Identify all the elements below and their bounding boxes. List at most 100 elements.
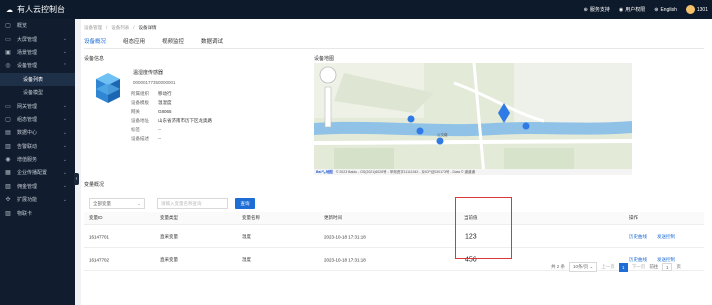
col-id: 变量ID (89, 215, 103, 220)
page-size-select[interactable]: 10条/页 ⌄ (569, 262, 598, 272)
globe-icon: ⊛ (654, 6, 659, 13)
sidebar-item-config[interactable]: ▢ 组态管理 ⌄ (0, 113, 75, 126)
breadcrumb-device-mgmt[interactable]: 设备管理 (84, 25, 102, 31)
device-map-title: 设备地图 (314, 56, 335, 62)
pin-icon: ◉ (618, 6, 624, 13)
config-icon: ▢ (5, 116, 11, 123)
field-org: 所属组织 移动行 (131, 91, 172, 96)
map-footer: Bai🐾地图 © 2023 Baidu - GS(2021)6026号 - 甲测… (314, 169, 632, 175)
sidebar-item-data-center[interactable]: ▤ 数据中心 ⌄ (0, 126, 75, 139)
device-map[interactable]: 公交路 (314, 63, 632, 175)
goto-page-input[interactable]: 1 (662, 263, 673, 271)
sidebar-item-device-model[interactable]: 设备模型 (0, 86, 75, 99)
avatar (685, 5, 695, 14)
page-number[interactable]: 1 (618, 262, 628, 272)
sidebar-item-value-added[interactable]: ◉ 增值服务 ⌄ (0, 153, 75, 166)
gateway-icon: ▭ (5, 103, 11, 110)
field-template: 设备模板 温湿度 (131, 100, 172, 105)
breadcrumb-separator: / (106, 25, 108, 30)
sidebar-item-screen[interactable]: ▭ 大屏管理 ⌄ (0, 32, 75, 45)
total-count: 共 2 条 (551, 264, 566, 269)
sidebar-item-enterprise[interactable]: ▦ 企业传播配置 ⌄ (0, 166, 75, 179)
sidebar-item-device[interactable]: ◎ 设备管理 ⌃ (0, 59, 75, 72)
baidu-logo: Bai🐾地图 (316, 169, 333, 174)
sidebar-collapse-button[interactable]: ‹ (74, 173, 79, 185)
chevron-down-icon: ⌄ (62, 143, 67, 150)
sidebar-item-extension[interactable]: ✣ 扩展功能 ⌄ (0, 193, 75, 206)
user-menu[interactable]: 1301 (685, 5, 708, 14)
scene-icon: ▣ (5, 49, 11, 56)
history-curve-link[interactable]: 历史曲线 (629, 234, 647, 240)
overview-icon: ▢ (5, 23, 11, 30)
breadcrumb-current: 设备详情 (138, 25, 157, 30)
col-type: 变量类型 (160, 215, 178, 220)
chevron-down-icon: ⌄ (62, 183, 67, 190)
variable-search-input[interactable]: 请输入变量名称查询 (157, 198, 228, 209)
sim-card-icon: ▨ (5, 210, 11, 217)
sidebar: ▢ 概览 ▭ 大屏管理 ⌄ ▣ 场景管理 ⌄ ◎ 设备管理 ⌃ 设备列表 设备模型 ▭ 网关管理… (0, 19, 75, 305)
col-time: 更新时间 (324, 215, 342, 220)
page-unit: 页 (676, 264, 681, 269)
chevron-down-icon: ⌄ (62, 169, 67, 176)
support-link[interactable]: ⊕ 服务支持 (583, 6, 610, 14)
sidebar-item-scene[interactable]: ▣ 场景管理 ⌄ (0, 46, 75, 59)
commission-icon: ▧ (5, 183, 11, 190)
field-description: 设备描述 -- (131, 136, 161, 141)
device-cube-icon (96, 73, 120, 103)
variables-title: 变量概况 (84, 182, 105, 188)
logo-text: 有人云控制台 (17, 5, 65, 14)
sidebar-item-device-list[interactable]: 设备列表 (0, 72, 75, 86)
breadcrumb-device-list[interactable]: 设备列表 (111, 25, 129, 31)
chevron-down-icon: ⌄ (137, 200, 141, 206)
cloud-logo-icon: ☁ (6, 6, 13, 14)
map-copyright: © 2023 Baidu - GS(2021)6026号 - 甲测资字11111… (335, 169, 475, 174)
service-icon: ◉ (5, 157, 11, 164)
field-tags: 标签 -- (131, 127, 161, 132)
sidebar-item-gateway[interactable]: ▭ 网关管理 ⌄ (0, 99, 75, 112)
pagination: 共 2 条 10条/页 ⌄ 上一页 1 下一页 前往 1 页 (551, 262, 681, 272)
chevron-down-icon: ⌄ (62, 129, 67, 136)
field-address: 设备地址 山东省济南市历下区龙奥路 (131, 118, 212, 123)
chevron-down-icon: ⌄ (62, 36, 67, 43)
sidebar-item-alarm[interactable]: ▥ 告警联动 ⌄ (0, 140, 75, 153)
data-icon: ▤ (5, 130, 11, 137)
next-page-button[interactable]: 下一页 (632, 264, 646, 270)
support-icon: ⊕ (583, 6, 588, 13)
monitor-icon: ▭ (5, 36, 11, 43)
extension-icon: ✣ (5, 197, 11, 204)
language-switch[interactable]: ⊛ English (654, 7, 677, 13)
chevron-up-icon: ⌃ (62, 62, 67, 69)
device-info-title: 设备信息 (84, 56, 105, 62)
chevron-left-icon: ‹ (75, 176, 78, 182)
device-icon: ◎ (5, 63, 11, 70)
variable-filter-select[interactable]: 全部变量 ⌄ (89, 198, 145, 209)
device-id: 00000177350000001 (133, 80, 176, 85)
col-actions: 操作 (629, 215, 638, 220)
send-control-link[interactable]: 发送控制 (657, 234, 675, 240)
chevron-down-icon: ⌄ (62, 196, 67, 203)
highlight-box (455, 197, 512, 259)
col-name: 变量名称 (242, 215, 260, 220)
tab-divider (84, 48, 704, 49)
chevron-down-icon: ⌄ (62, 103, 67, 110)
breadcrumb-separator: / (133, 25, 135, 30)
chevron-down-icon: ⌄ (62, 156, 67, 163)
enterprise-icon: ▦ (5, 170, 11, 177)
device-name: 温湿度传感器 (133, 70, 164, 76)
sidebar-item-overview[interactable]: ▢ 概览 (0, 19, 75, 32)
chevron-down-icon: ⌄ (62, 116, 67, 123)
prev-page-button[interactable]: 上一页 (601, 264, 615, 270)
field-gateway: 网关 G8065 (131, 109, 172, 114)
table-header: 变量ID 变量类型 变量名称 更新时间 当前值 操作 (84, 212, 704, 225)
logo[interactable]: ☁ 有人云控制台 (0, 4, 65, 15)
chevron-down-icon: ⌄ (62, 49, 67, 56)
alarm-icon: ▥ (5, 143, 11, 150)
table-row: 16147701 直采变量 温度 2023-10-18 17:31:18 123… (84, 226, 704, 248)
sidebar-item-commission[interactable]: ▧ 佣金管理 ⌄ (0, 180, 75, 193)
road-label: 公交路 (437, 133, 448, 137)
top-bar: ☁ 有人云控制台 ⊕ 服务支持 ◉ 用户权限 ⊛ English 1301 (0, 0, 712, 19)
sidebar-item-iot-card[interactable]: ▨ 物联卡 (0, 206, 75, 219)
search-button[interactable]: 查询 (235, 198, 255, 209)
user-manual-link[interactable]: ◉ 用户权限 (618, 6, 645, 14)
map-canvas (314, 63, 632, 175)
